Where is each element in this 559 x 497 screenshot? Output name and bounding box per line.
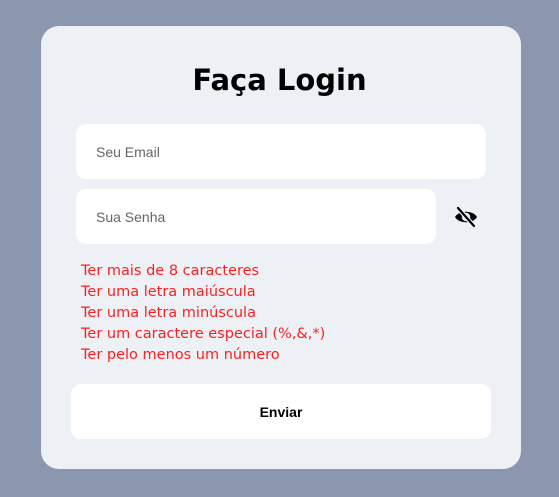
page-title: Faça Login [192, 63, 367, 97]
password-rule: Ter uma letra maiúscula [81, 284, 256, 300]
password-rule: Ter uma letra minúscula [81, 305, 256, 321]
eye-slash-icon[interactable] [453, 205, 479, 229]
eye-slash-icon-graphic [455, 205, 477, 229]
password-rule: Ter pelo menos um número [81, 347, 280, 363]
submit-button[interactable]: Enviar [71, 384, 491, 439]
password-rule: Ter mais de 8 caracteres [81, 263, 260, 279]
password-field[interactable] [76, 189, 436, 244]
password-rule: Ter um caractere especial (%,&,*) [81, 326, 326, 342]
password-rules-list: Ter mais de 8 caracteres Ter uma letra m… [81, 261, 325, 366]
email-field[interactable] [76, 124, 486, 179]
